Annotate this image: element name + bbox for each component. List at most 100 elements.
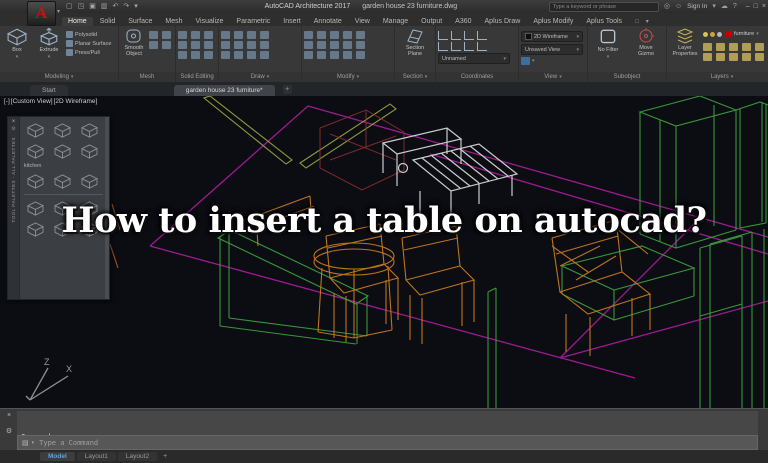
ribbon-tab-surface[interactable]: Surface xyxy=(122,17,158,26)
ribbon-options-icon[interactable]: □ xyxy=(635,19,639,26)
section-panel-title[interactable]: Section▾ xyxy=(395,72,435,82)
palette-tool-wall-cabinet[interactable] xyxy=(24,142,46,160)
layer-tool-icon-layer-merge[interactable] xyxy=(755,53,764,61)
tool-icon-extrude-faces[interactable] xyxy=(178,51,187,59)
chevron-down-icon[interactable]: ▾ xyxy=(48,54,51,60)
modeling-panel-title[interactable]: Modeling▾ xyxy=(0,72,118,82)
customize-icon[interactable]: ⚙ xyxy=(6,427,12,435)
ucs-tool-icon-ucs-z[interactable] xyxy=(464,42,474,51)
tool-icon-thicken[interactable] xyxy=(191,41,200,49)
extrude-button[interactable]: Extrude ▾ xyxy=(34,28,64,60)
tool-icon-smooth-more[interactable] xyxy=(149,31,158,39)
layer-tool-icon-layer-previous[interactable] xyxy=(703,53,712,61)
mesh-panel-title[interactable]: Mesh xyxy=(119,72,175,82)
tool-palette-titlebar[interactable]: × ⚙ TOOL PALETTES - ALL PALETTES xyxy=(8,117,20,299)
tool-icon-trim[interactable] xyxy=(330,31,339,39)
layer-properties-button[interactable]: Layer Properties xyxy=(669,28,701,57)
palette-tool-bench[interactable] xyxy=(24,199,46,217)
chevron-down-icon[interactable]: ▾ xyxy=(532,58,535,64)
view-name-dropdown[interactable]: Unsaved View ▾ xyxy=(521,44,583,55)
ucs-tool-icon-ucs-world[interactable] xyxy=(438,31,448,40)
tool-icon-ellipse[interactable] xyxy=(234,41,243,49)
box-button[interactable]: Box ▾ xyxy=(2,28,32,60)
search-icon[interactable]: ◎ xyxy=(664,0,670,13)
tool-icon-join[interactable] xyxy=(356,51,365,59)
view-panel-title[interactable]: View▾ xyxy=(519,72,587,82)
chevron-down-icon[interactable]: ▾ xyxy=(607,54,610,60)
chevron-down-icon[interactable]: ▾ xyxy=(32,440,35,446)
qat-icon-print[interactable]: ▥ xyxy=(101,0,108,13)
planar-surface-button[interactable]: Planar Surface xyxy=(66,40,111,47)
tool-icon-move[interactable] xyxy=(304,31,313,39)
close-icon[interactable]: × xyxy=(12,119,16,125)
tool-icon-rotate[interactable] xyxy=(317,31,326,39)
chevron-down-icon[interactable]: ▾ xyxy=(712,0,716,13)
chevron-down-icon[interactable]: ▾ xyxy=(756,31,759,37)
ribbon-tab-view[interactable]: View xyxy=(349,17,376,26)
tool-icon-gradient[interactable] xyxy=(260,41,269,49)
tool-icon-arc[interactable] xyxy=(260,31,269,39)
layer-tool-icon-layer-state[interactable] xyxy=(742,53,751,61)
tool-icon-region[interactable] xyxy=(247,51,256,59)
ribbon-tab-visualize[interactable]: Visualize xyxy=(190,17,230,26)
ucs-tool-icon-ucs-y[interactable] xyxy=(451,42,461,51)
layers-panel-title[interactable]: Layers▾ xyxy=(667,72,768,82)
current-layer-dropdown[interactable]: furniture ▾ xyxy=(703,30,766,38)
palette-tool-armchair[interactable] xyxy=(24,220,46,238)
tool-icon-hatch[interactable] xyxy=(247,41,256,49)
palette-tool-tall-cabinet[interactable] xyxy=(51,121,73,139)
ribbon-tab-aplus-draw[interactable]: Aplus Draw xyxy=(479,17,527,26)
ribbon-tab-home[interactable]: Home xyxy=(62,17,93,26)
qat-icon-save[interactable]: ▣ xyxy=(89,0,96,13)
coordinates-panel-title[interactable]: Coordinates xyxy=(436,72,518,82)
ribbon-tab-solid[interactable]: Solid xyxy=(94,17,122,26)
maximize-button[interactable]: □ xyxy=(754,0,758,13)
tool-icon-array[interactable] xyxy=(304,51,313,59)
file-tab-garden-house-23-furniture[interactable]: garden house 23 furniture* xyxy=(174,85,275,96)
palette-tool-base-cabinet[interactable] xyxy=(24,121,46,139)
ucs-tool-icon-ucs-x[interactable] xyxy=(438,42,448,51)
ucs-name-dropdown[interactable]: Unnamed ▾ xyxy=(438,53,510,64)
application-menu-arrow-icon[interactable]: ▾ xyxy=(57,8,60,15)
qat-icon-open[interactable]: ◳ xyxy=(78,0,85,13)
move-gizmo-button[interactable]: Move Gizmo xyxy=(631,28,661,57)
command-input[interactable] xyxy=(37,438,753,448)
tool-icon-fillet[interactable] xyxy=(317,41,326,49)
qat-icon-qat-dropdown[interactable]: ▾ xyxy=(134,0,138,13)
search-input[interactable] xyxy=(549,2,659,12)
file-tab-start[interactable]: Start xyxy=(30,85,68,96)
palette-tool-stove[interactable] xyxy=(78,172,100,190)
layout-tab-layout2[interactable]: Layout2 xyxy=(118,452,157,461)
layer-tool-icon-layer-unlock[interactable] xyxy=(729,53,738,61)
tool-icon-move-faces[interactable] xyxy=(191,51,200,59)
tool-icon-scale[interactable] xyxy=(356,41,365,49)
close-button[interactable]: × xyxy=(762,0,766,13)
layer-tool-icon-layer-match[interactable] xyxy=(755,43,764,51)
tool-icon-intersect[interactable] xyxy=(204,31,213,39)
ribbon-tab-a360[interactable]: A360 xyxy=(449,17,477,26)
tool-icon-mirror[interactable] xyxy=(304,41,313,49)
visual-style-dropdown[interactable]: 2D Wireframe ▾ xyxy=(521,31,583,42)
viewport-menu-control[interactable]: [-] xyxy=(4,98,10,105)
layout-tab-layout1[interactable]: Layout1 xyxy=(77,452,116,461)
help-icon[interactable]: ? xyxy=(733,0,737,13)
ribbon-tab-parametric[interactable]: Parametric xyxy=(230,17,276,26)
qat-icon-redo[interactable]: ↷ xyxy=(123,0,129,13)
palette-tool-cabinet[interactable] xyxy=(51,142,73,160)
tool-icon-polyline[interactable] xyxy=(234,31,243,39)
layer-tool-icon-layer-off[interactable] xyxy=(703,43,712,51)
ribbon-collapse-icon[interactable]: ▾ xyxy=(646,18,649,26)
qat-icon-undo[interactable]: ↶ xyxy=(113,0,119,13)
polysolid-button[interactable]: Polysolid xyxy=(66,31,111,38)
solid-editing-panel-title[interactable]: Solid Editing xyxy=(176,72,218,82)
ribbon-tab-aplus-modify[interactable]: Aplus Modify xyxy=(527,17,579,26)
tool-icon-break[interactable] xyxy=(343,51,352,59)
no-filter-button[interactable]: No Filter ▾ xyxy=(593,28,623,60)
tool-icon-align[interactable] xyxy=(330,51,339,59)
press-pull-button[interactable]: Press/Pull xyxy=(66,49,111,56)
ribbon-tab-annotate[interactable]: Annotate xyxy=(308,17,348,26)
draw-panel-title[interactable]: Draw▾ xyxy=(219,72,301,82)
tool-icon-explode[interactable] xyxy=(330,41,339,49)
ucs-tool-icon-ucs-previous[interactable] xyxy=(477,31,487,40)
layer-tool-icon-layer-walk[interactable] xyxy=(716,53,725,61)
